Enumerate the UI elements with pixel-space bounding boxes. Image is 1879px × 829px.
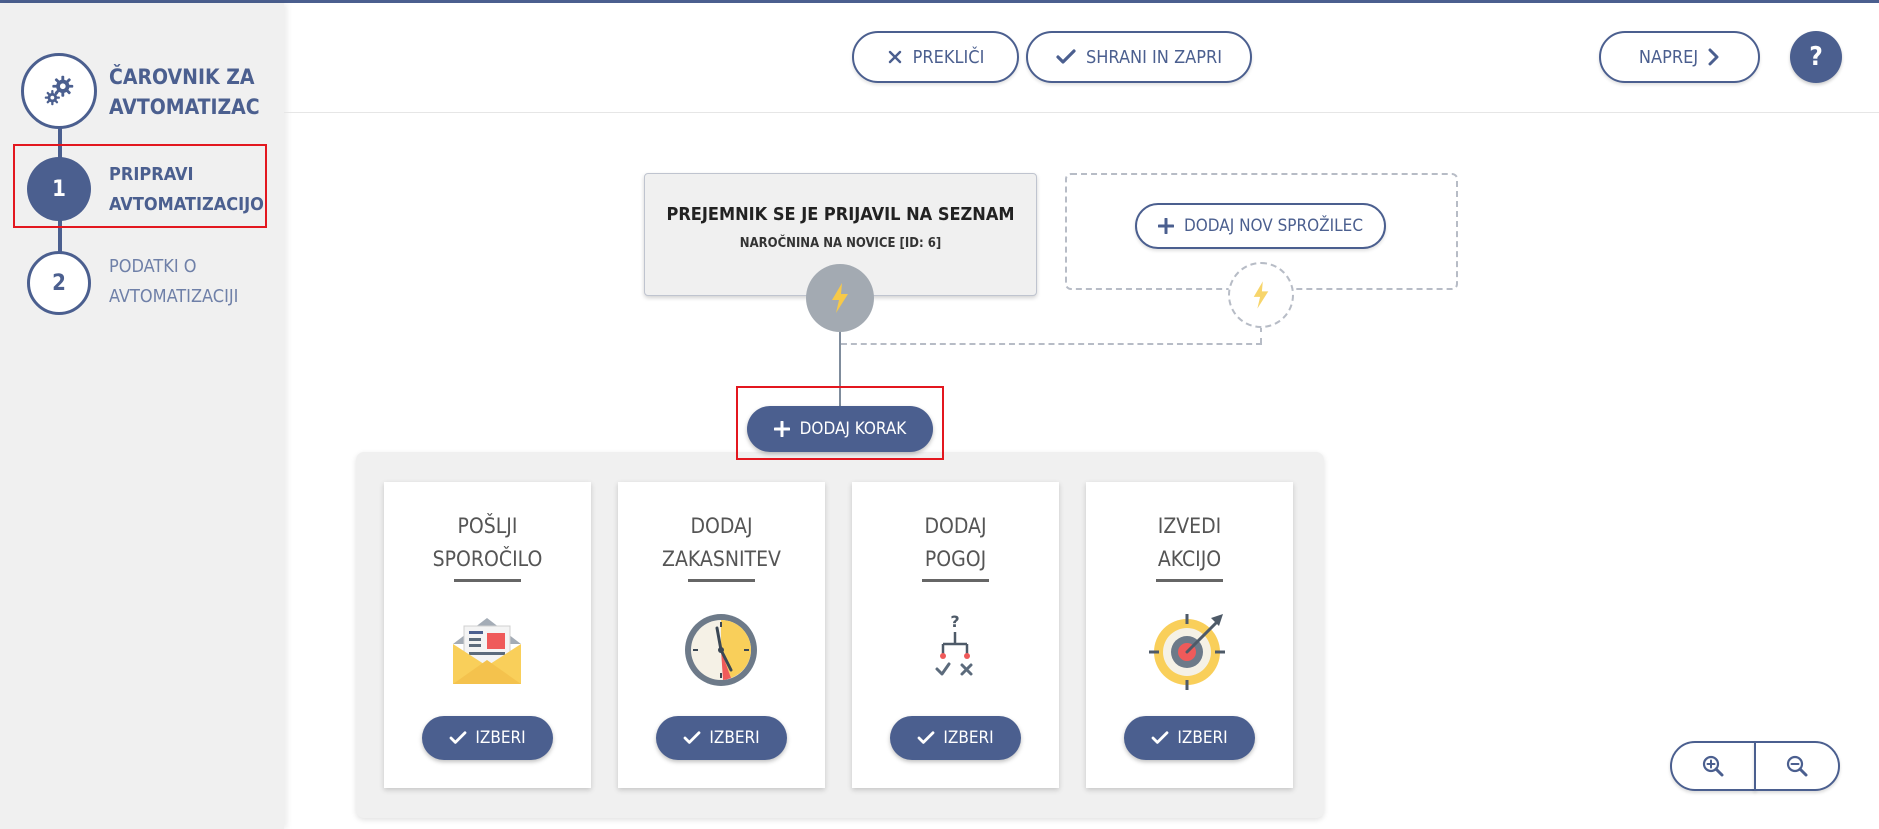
- action-card-title: POŠLJI SPOROČILO: [384, 510, 591, 576]
- add-new-trigger-label: DODAJ NOV SPROŽILEC: [1183, 216, 1364, 236]
- check-icon: [449, 731, 467, 744]
- save-and-close-label: SHRANI IN ZAPRI: [1085, 46, 1223, 68]
- zoom-out-icon: [1786, 755, 1808, 777]
- chevron-right-icon: [1708, 48, 1719, 66]
- title-underline: [454, 579, 521, 582]
- help-button[interactable]: ?: [1790, 31, 1842, 83]
- gears-icon: [44, 75, 74, 106]
- action-card-title-line1: IZVEDI: [1157, 514, 1222, 538]
- select-button-label: IZBERI: [1177, 728, 1228, 748]
- lightning-bolt-icon: [1253, 281, 1269, 309]
- action-card-title: DODAJ ZAKASNITEV: [618, 510, 825, 576]
- action-card-perform-action[interactable]: IZVEDI AKCIJO IZBERI: [1086, 482, 1293, 788]
- add-new-trigger-button[interactable]: DODAJ NOV SPROŽILEC: [1135, 203, 1386, 249]
- check-icon: [1151, 731, 1169, 744]
- help-icon: ?: [1809, 42, 1823, 72]
- action-card-send-message[interactable]: POŠLJI SPOROČILO IZBERI: [384, 482, 591, 788]
- select-button-label: IZBERI: [709, 728, 760, 748]
- check-icon: [683, 731, 701, 744]
- next-button[interactable]: NAPREJ: [1599, 31, 1760, 83]
- svg-text:?: ?: [950, 612, 959, 631]
- action-card-title-line2: POGOJ: [924, 547, 987, 571]
- cancel-button-label: PREKLIČI: [912, 46, 985, 68]
- envelope-icon: [453, 618, 521, 684]
- check-icon: [917, 731, 935, 744]
- select-button[interactable]: IZBERI: [890, 716, 1021, 760]
- select-button[interactable]: IZBERI: [656, 716, 787, 760]
- trigger-subtitle: NAROČNINA NA NOVICE [ID: 6]: [739, 236, 942, 251]
- zoom-in-icon: [1702, 755, 1724, 777]
- trigger-bolt-circle: [806, 264, 874, 332]
- close-icon: [888, 50, 901, 64]
- trigger-title: PREJEMNIK SE JE PRIJAVIL NA SEZNAM: [666, 204, 1015, 225]
- check-icon: [1056, 49, 1076, 64]
- condition-icon: ?: [935, 612, 973, 676]
- action-card-title-line2: AKCIJO: [1157, 547, 1222, 571]
- step-2-label[interactable]: PODATKI O AVTOMATIZACIJI: [109, 252, 238, 312]
- action-card-title-line2: ZAKASNITEV: [662, 547, 781, 571]
- wizard-title: ČAROVNIK ZA AVTOMATIZACIJI: [109, 65, 259, 119]
- step-2-circle[interactable]: 2: [27, 251, 91, 315]
- select-button-label: IZBERI: [943, 728, 994, 748]
- action-card-title: DODAJ POGOJ: [852, 510, 1059, 576]
- action-card-title-line1: POŠLJI: [457, 514, 518, 538]
- action-card-add-delay[interactable]: DODAJ ZAKASNITEV IZBERI: [618, 482, 825, 788]
- step-2-label-line1: PODATKI O: [109, 256, 197, 277]
- action-card-add-condition[interactable]: DODAJ POGOJ ? IZBERI: [852, 482, 1059, 788]
- title-underline: [922, 579, 989, 582]
- action-card-title-line2: SPOROČILO: [432, 547, 543, 571]
- title-underline: [688, 579, 755, 582]
- clock-icon: [685, 614, 757, 686]
- step-1-highlight-box: [13, 144, 267, 228]
- step-2-label-line2: AVTOMATIZACIJI: [109, 286, 239, 307]
- action-card-title-line1: DODAJ: [690, 514, 753, 538]
- new-trigger-bolt-circle: [1228, 262, 1294, 328]
- dashed-connector-line: [1260, 326, 1262, 344]
- target-icon: [1149, 614, 1225, 690]
- zoom-out-button[interactable]: [1754, 741, 1840, 791]
- wizard-sidebar: ČAROVNIK ZA AVTOMATIZACIJI 1 PRIPRAVI AV…: [0, 3, 284, 829]
- plus-icon: [1157, 218, 1174, 234]
- add-step-highlight-box: [736, 386, 944, 460]
- wizard-icon-circle: [21, 53, 97, 129]
- select-button-label: IZBERI: [475, 728, 526, 748]
- zoom-in-button[interactable]: [1670, 741, 1756, 791]
- next-button-label: NAPREJ: [1638, 46, 1699, 68]
- select-button[interactable]: IZBERI: [1124, 716, 1255, 760]
- action-card-title-line1: DODAJ: [924, 514, 987, 538]
- dashed-connector-line: [841, 343, 1262, 345]
- select-button[interactable]: IZBERI: [422, 716, 553, 760]
- title-underline: [1156, 579, 1223, 582]
- cancel-button[interactable]: PREKLIČI: [852, 31, 1019, 83]
- action-card-title: IZVEDI AKCIJO: [1086, 510, 1293, 576]
- save-and-close-button[interactable]: SHRANI IN ZAPRI: [1026, 31, 1252, 83]
- lightning-bolt-icon: [832, 283, 848, 313]
